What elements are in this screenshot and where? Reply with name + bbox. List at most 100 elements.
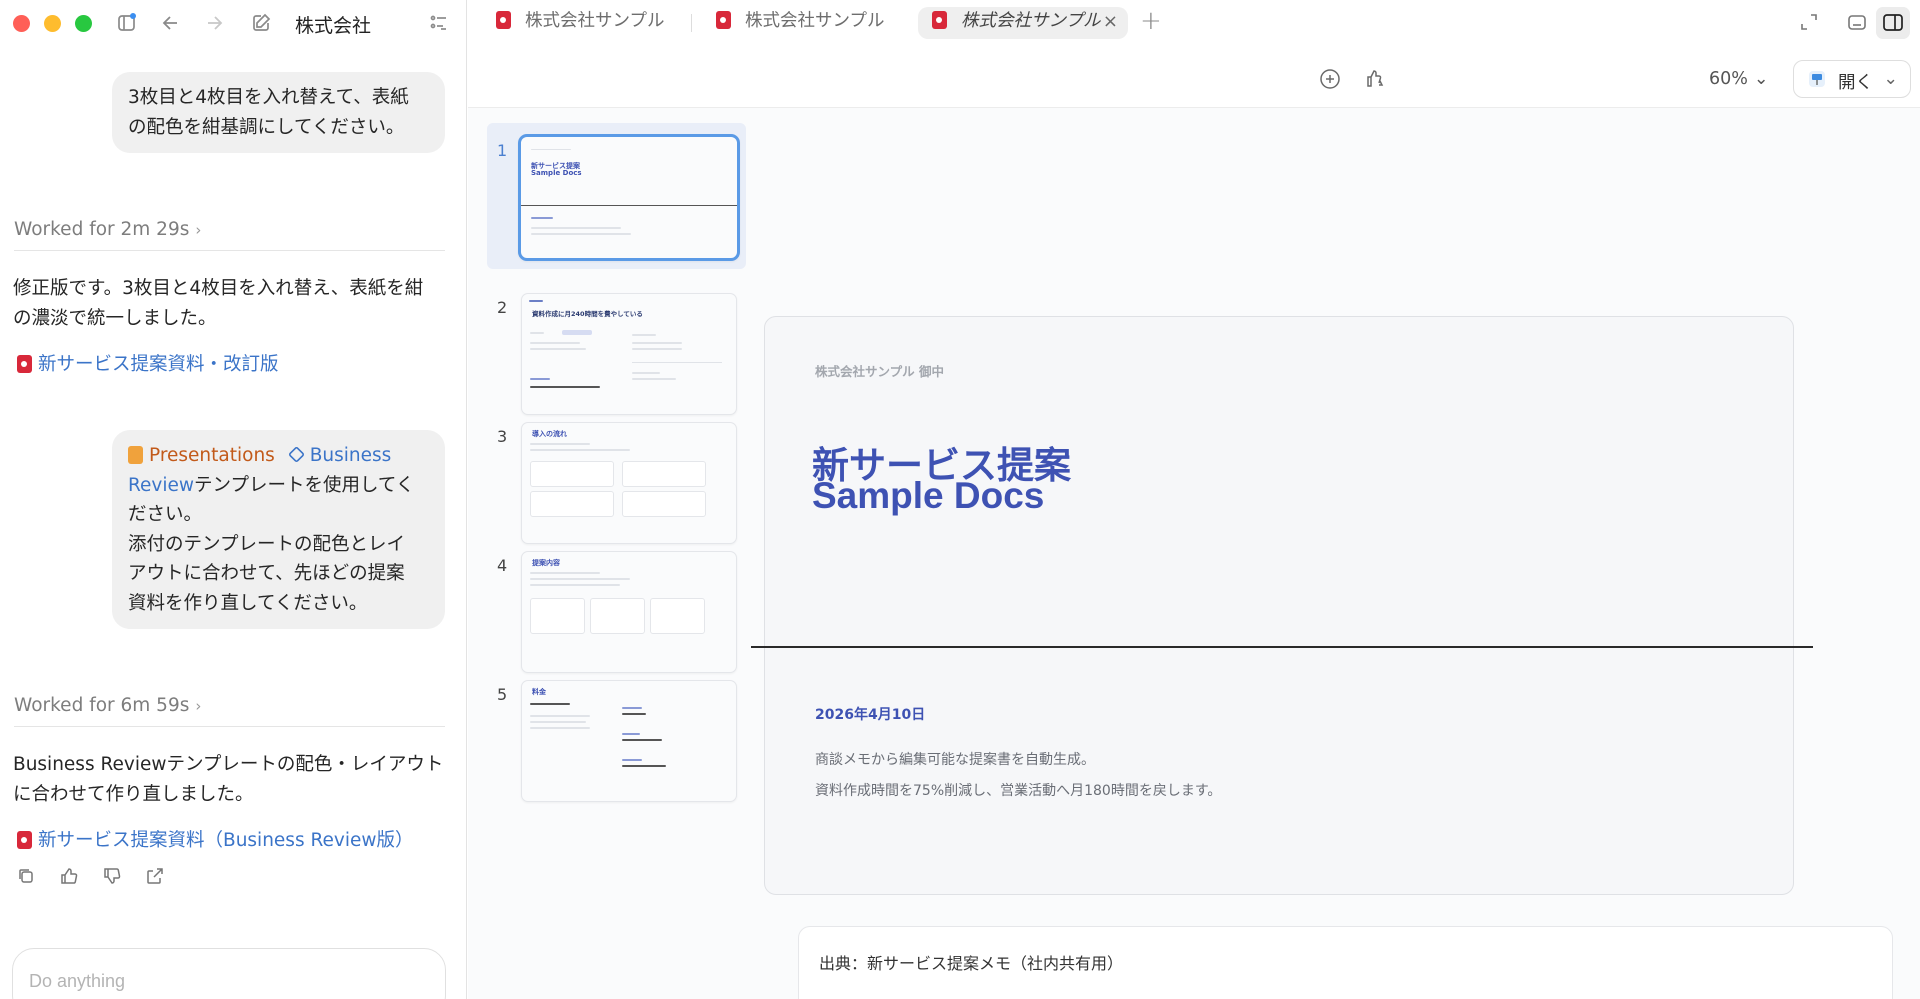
app-window: 株式会社 3枚目と4枚目を入れ替えて、表紙 の配色を紺基調にしてください。 Wo… bbox=[0, 0, 1920, 999]
slide-date: 2026年4月10日 bbox=[815, 707, 926, 723]
tab-document-1[interactable]: 株式会社サンプル bbox=[482, 7, 678, 39]
slide-thumbnail-2[interactable]: 資料作成に月240時間を費やしている bbox=[521, 293, 737, 415]
thumbnail-text-line bbox=[530, 578, 630, 580]
maximize-window-button[interactable] bbox=[75, 15, 92, 32]
sidebar-toggle-icon[interactable] bbox=[116, 12, 138, 34]
thumbnail-title: 料金 bbox=[532, 688, 546, 696]
assistant-message: Business Reviewテンプレートの配色・レイアウト に合わせて作り直し… bbox=[13, 750, 453, 810]
close-tab-icon[interactable]: × bbox=[1103, 11, 1118, 32]
chat-sidebar: 株式会社 3枚目と4枚目を入れ替えて、表紙 の配色を紺基調にしてください。 Wo… bbox=[0, 0, 467, 999]
thumbnail-text-line bbox=[531, 217, 553, 219]
thumbnail-title: 提案内容 bbox=[532, 559, 560, 567]
presentations-plugin-tag[interactable]: Presentations bbox=[128, 445, 281, 466]
thumbnail-text-line bbox=[622, 733, 640, 735]
thumbnail-text-line bbox=[530, 348, 586, 350]
tab-document-3[interactable]: 株式会社サンプル × bbox=[918, 7, 1128, 39]
composer-input[interactable] bbox=[29, 971, 429, 992]
thumbnail-number: 5 bbox=[497, 685, 508, 704]
new-tab-plus-icon[interactable]: + bbox=[1140, 6, 1162, 36]
message-line: 3枚目と4枚目を入れ替えて、表紙 bbox=[128, 87, 409, 108]
message-line: Presentations Business bbox=[128, 441, 429, 471]
thumbnail-text-line bbox=[632, 378, 676, 380]
tab-bar: 株式会社サンプル 株式会社サンプル 株式会社サンプル × + bbox=[468, 0, 1920, 44]
close-window-button[interactable] bbox=[13, 15, 30, 32]
share-icon[interactable] bbox=[145, 866, 167, 888]
cube-icon bbox=[287, 446, 305, 463]
thumbnail-text-line bbox=[530, 443, 590, 445]
message-line: 修正版です。3枚目と4枚目を入れ替え、表紙を紺 bbox=[13, 278, 424, 299]
bottom-panel-icon[interactable] bbox=[1846, 11, 1870, 35]
zoom-dropdown[interactable]: 60% ⌄ bbox=[1709, 69, 1769, 89]
open-with-label: 開く bbox=[1838, 73, 1873, 93]
source-note: 出典：新サービス提案メモ（社内共有用） bbox=[798, 926, 1893, 999]
slide-thumbnail-1[interactable]: 新サービス提案 Sample Docs bbox=[518, 134, 740, 261]
assistant-message: 修正版です。3枚目と4枚目を入れ替え、表紙を紺 の濃淡で統一しました。 bbox=[13, 274, 453, 334]
thumbnail-text-line bbox=[622, 759, 642, 761]
message-line: の濃淡で統一しました。 bbox=[13, 308, 217, 329]
thumbnail-card bbox=[622, 491, 706, 517]
thumbnail-card bbox=[650, 598, 705, 634]
worked-duration-toggle[interactable]: Worked for 6m 59s › bbox=[14, 695, 201, 716]
document-link-label: 新サービス提案資料・改訂版 bbox=[38, 354, 279, 375]
copy-icon[interactable] bbox=[16, 866, 38, 888]
thumbnail-text-line bbox=[632, 372, 660, 374]
slide-body-text: 商談メモから編集可能な提案書を自動生成。 bbox=[815, 752, 1095, 768]
message-actions bbox=[16, 866, 183, 890]
worked-duration-toggle[interactable]: Worked for 2m 29s › bbox=[14, 219, 201, 240]
open-with-button[interactable]: 開く ⌄ bbox=[1793, 60, 1911, 98]
thumbnail-subtitle: Sample Docs bbox=[531, 169, 582, 177]
tab-label: 株式会社サンプル bbox=[525, 11, 665, 31]
document-link[interactable]: 新サービス提案資料（Business Review版） bbox=[17, 826, 413, 852]
message-line: 添付のテンプレートの配色とレイ bbox=[128, 533, 405, 555]
slide-client-name: 株式会社サンプル 御中 bbox=[815, 364, 944, 379]
document-link-label: 新サービス提案資料（Business Review版） bbox=[38, 830, 414, 851]
document-viewer: 株式会社サンプル 株式会社サンプル 株式会社サンプル × + 60% ⌄ 開く … bbox=[468, 0, 1920, 999]
chevron-down-icon[interactable]: ⌄ bbox=[1883, 69, 1898, 89]
document-link[interactable]: 新サービス提案資料・改訂版 bbox=[17, 350, 279, 376]
user-message: Presentations Business Reviewテンプレートを使用して… bbox=[112, 430, 445, 629]
message-line: に合わせて作り直しました。 bbox=[13, 784, 254, 805]
thumbs-up-icon[interactable] bbox=[59, 866, 81, 888]
message-line: Business Reviewテンプレートの配色・レイアウト bbox=[13, 754, 444, 775]
thumbnail-text-line bbox=[530, 378, 550, 380]
back-arrow-icon[interactable] bbox=[160, 12, 182, 34]
slide-thumbnail-4[interactable]: 提案内容 bbox=[521, 551, 737, 673]
thumbs-down-icon[interactable] bbox=[102, 866, 124, 888]
chat-title: 株式会社 bbox=[295, 15, 372, 37]
expand-icon[interactable] bbox=[1798, 11, 1822, 35]
tab-document-2[interactable]: 株式会社サンプル bbox=[702, 7, 898, 39]
pdf-file-icon bbox=[716, 11, 731, 29]
thumbnail-text-line bbox=[531, 233, 631, 235]
minimize-window-button[interactable] bbox=[44, 15, 61, 32]
business-review-template-tag[interactable]: Business bbox=[287, 445, 391, 466]
right-panel-toggle-icon[interactable] bbox=[1876, 7, 1910, 39]
forward-arrow-icon[interactable] bbox=[203, 12, 225, 34]
presentations-app-icon bbox=[128, 446, 143, 464]
user-message: 3枚目と4枚目を入れ替えて、表紙 の配色を紺基調にしてください。 bbox=[112, 72, 445, 153]
message-line: アウトに合わせて、先ほどの提案 bbox=[128, 563, 405, 584]
new-chat-compose-icon[interactable] bbox=[250, 12, 272, 34]
message-line: 資料を作り直してください。 bbox=[128, 592, 368, 614]
message-line: ださい。 bbox=[128, 504, 203, 525]
slide-thumbnail-5[interactable]: 料金 bbox=[521, 680, 737, 802]
slide-body-text: 資料作成時間を75%削減し、営業活動へ月180時間を戻します。 bbox=[815, 783, 1222, 799]
tab-label: 株式会社サンプル bbox=[961, 11, 1101, 31]
thumbnail-text-line bbox=[530, 332, 544, 334]
add-comment-icon[interactable] bbox=[1318, 67, 1342, 91]
thumbnail-number: 3 bbox=[497, 427, 508, 446]
thumbnail-badge bbox=[562, 330, 592, 335]
thumbnail-number: 2 bbox=[497, 298, 508, 317]
feedback-thumbs-icon[interactable] bbox=[1363, 67, 1387, 91]
slide-thumbnail-3[interactable]: 導入の流れ bbox=[521, 422, 737, 544]
chevron-down-icon: ⌄ bbox=[1753, 69, 1769, 89]
slide-divider-line bbox=[751, 646, 1813, 648]
thumbnail-title: 導入の流れ bbox=[532, 430, 567, 438]
list-options-icon[interactable] bbox=[428, 12, 450, 34]
pdf-file-icon bbox=[17, 831, 32, 849]
slide-canvas: 株式会社サンプル 御中 新サービス提案 Sample Docs 2026年4月1… bbox=[764, 316, 1794, 895]
thumbnail-rule bbox=[632, 362, 722, 363]
slide-subtitle: Sample Docs bbox=[812, 475, 1045, 516]
thumbnail-title: 資料作成に月240時間を費やしている bbox=[532, 310, 643, 318]
thumbnail-text-line bbox=[622, 739, 662, 741]
thumbnail-card bbox=[590, 598, 645, 634]
